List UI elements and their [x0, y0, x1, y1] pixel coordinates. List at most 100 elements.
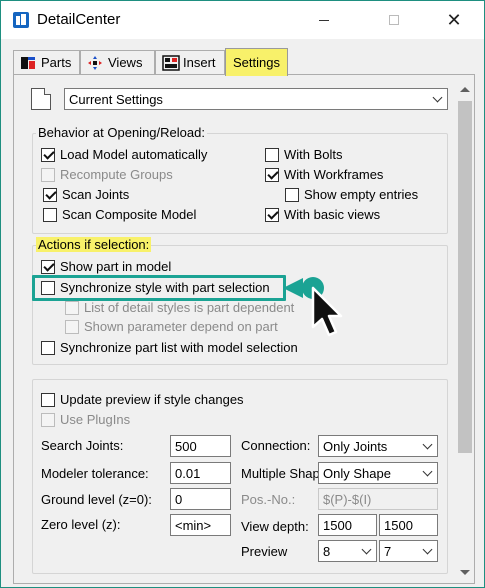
checkbox-box[interactable]	[41, 147, 55, 162]
show-empty-entries-checkbox[interactable]: Show empty entries	[285, 187, 418, 202]
tab-parts-label: Parts	[41, 55, 72, 70]
settings-select-value: Current Settings	[69, 91, 163, 107]
load-model-checkbox[interactable]: Load Model automatically	[41, 147, 207, 162]
recompute-groups-checkbox: Recompute Groups	[41, 167, 173, 182]
checkbox-label: Scan Joints	[62, 187, 130, 202]
minimize-icon	[319, 19, 329, 21]
view-depth-input-1[interactable]: 1500	[318, 514, 377, 536]
zero-level-input[interactable]: <min>	[170, 514, 231, 536]
scroll-down-icon[interactable]	[460, 570, 470, 575]
tab-insert-label: Insert	[183, 55, 216, 70]
mouse-pointer-icon	[283, 277, 343, 337]
checkbox-label: Shown parameter depend on part	[84, 319, 278, 334]
maximize-button[interactable]	[371, 1, 417, 39]
checkbox-label: Show empty entries	[304, 187, 419, 202]
views-icon	[87, 55, 103, 71]
detailcenter-window: DetailCenter ✕ Parts Views Insert Settin…	[0, 0, 485, 588]
scroll-up-icon[interactable]	[460, 87, 470, 92]
connection-label: Connection:	[241, 438, 311, 453]
checkbox-box[interactable]	[285, 187, 299, 202]
tab-views[interactable]: Views	[80, 50, 155, 74]
show-part-checkbox[interactable]: Show part in model	[41, 259, 171, 274]
tab-views-label: Views	[108, 55, 143, 70]
checkbox-box[interactable]	[265, 167, 279, 182]
connection-select[interactable]: Only Joints	[318, 435, 438, 457]
vertical-scrollbar[interactable]	[457, 83, 473, 579]
tab-settings[interactable]: Settings	[225, 48, 288, 76]
pos-no-label: Pos.-No.:	[241, 492, 296, 507]
sync-partlist-checkbox[interactable]: Synchronize part list with model selecti…	[41, 340, 298, 355]
checkbox-label: Update preview if style changes	[60, 392, 244, 407]
checkbox-label: With Workframes	[284, 167, 384, 182]
checkbox-box[interactable]	[41, 340, 55, 355]
checkbox-box[interactable]	[41, 259, 55, 274]
preview-select-1[interactable]: 8	[318, 540, 377, 562]
multiple-shapes-label: Multiple Shap	[241, 466, 318, 481]
view-depth-label: View depth:	[241, 519, 309, 534]
pos-no-input: $(P)-$(I)	[318, 488, 438, 510]
maximize-icon	[389, 15, 399, 25]
use-plugins-checkbox: Use PlugIns	[41, 412, 130, 427]
update-preview-checkbox[interactable]: Update preview if style changes	[41, 392, 244, 407]
chevron-down-icon	[422, 544, 433, 555]
checkbox-label: Synchronize part list with model selecti…	[60, 340, 298, 355]
checkbox-box[interactable]	[265, 207, 279, 222]
tab-insert[interactable]: Insert	[155, 50, 225, 74]
with-basic-views-checkbox[interactable]: With basic views	[265, 207, 380, 222]
preview-label: Preview	[241, 544, 288, 559]
list-dependent-checkbox: List of detail styles is part dependent	[65, 300, 294, 315]
minimize-button[interactable]	[301, 1, 347, 39]
preview-select-1-value: 8	[323, 543, 331, 559]
connection-select-value: Only Joints	[323, 438, 388, 454]
checkbox-box[interactable]	[41, 392, 55, 407]
scan-joints-checkbox[interactable]: Scan Joints	[43, 187, 129, 202]
new-settings-icon[interactable]	[31, 88, 51, 110]
chevron-down-icon	[422, 466, 433, 477]
modeler-tolerance-label: Modeler tolerance:	[41, 466, 149, 481]
checkbox-box[interactable]	[43, 187, 57, 202]
app-icon	[13, 12, 29, 28]
checkbox-label: List of detail styles is part dependent	[84, 300, 295, 315]
checkbox-box	[65, 319, 79, 334]
checkbox-label: Scan Composite Model	[62, 207, 197, 222]
settings-select[interactable]: Current Settings	[64, 88, 448, 110]
tab-settings-label: Settings	[233, 55, 280, 70]
ground-level-input[interactable]: 0	[170, 488, 231, 510]
actions-group-title: Actions if selection:	[36, 237, 152, 252]
with-bolts-checkbox[interactable]: With Bolts	[265, 147, 343, 162]
scroll-thumb[interactable]	[458, 101, 472, 453]
checkbox-box	[41, 167, 55, 182]
parts-icon	[20, 55, 36, 71]
zero-level-label: Zero level (z):	[41, 517, 121, 532]
modeler-tolerance-input[interactable]: 0.01	[170, 462, 231, 484]
shown-parameter-checkbox: Shown parameter depend on part	[65, 319, 278, 334]
search-joints-input[interactable]: 500	[170, 435, 231, 457]
chevron-down-icon	[422, 439, 433, 450]
tab-parts[interactable]: Parts	[13, 50, 80, 74]
multiple-shapes-select[interactable]: Only Shape	[318, 462, 438, 484]
checkbox-box[interactable]	[265, 147, 279, 162]
multiple-shapes-select-value: Only Shape	[323, 465, 391, 481]
checkbox-box[interactable]	[43, 207, 57, 222]
close-button[interactable]: ✕	[431, 1, 477, 39]
preview-select-2-value: 7	[384, 543, 392, 559]
highlight-frame	[32, 275, 286, 301]
checkbox-label: Show part in model	[60, 259, 172, 274]
chevron-down-icon	[432, 92, 443, 103]
preview-select-2[interactable]: 7	[379, 540, 438, 562]
checkbox-box	[65, 300, 79, 315]
checkbox-label: Use PlugIns	[60, 412, 131, 427]
checkbox-label: With Bolts	[284, 147, 343, 162]
checkbox-box	[41, 412, 55, 427]
scan-composite-checkbox[interactable]: Scan Composite Model	[43, 207, 196, 222]
window-title: DetailCenter	[37, 11, 121, 28]
with-workframes-checkbox[interactable]: With Workframes	[265, 167, 383, 182]
search-joints-label: Search Joints:	[41, 438, 124, 453]
behavior-group-title: Behavior at Opening/Reload:	[36, 125, 207, 140]
title-bar: DetailCenter ✕	[1, 1, 484, 39]
checkbox-label: Load Model automatically	[60, 147, 208, 162]
view-depth-input-2[interactable]: 1500	[379, 514, 438, 536]
ground-level-label: Ground level (z=0):	[41, 492, 152, 507]
chevron-down-icon	[361, 544, 372, 555]
insert-icon	[162, 54, 180, 71]
